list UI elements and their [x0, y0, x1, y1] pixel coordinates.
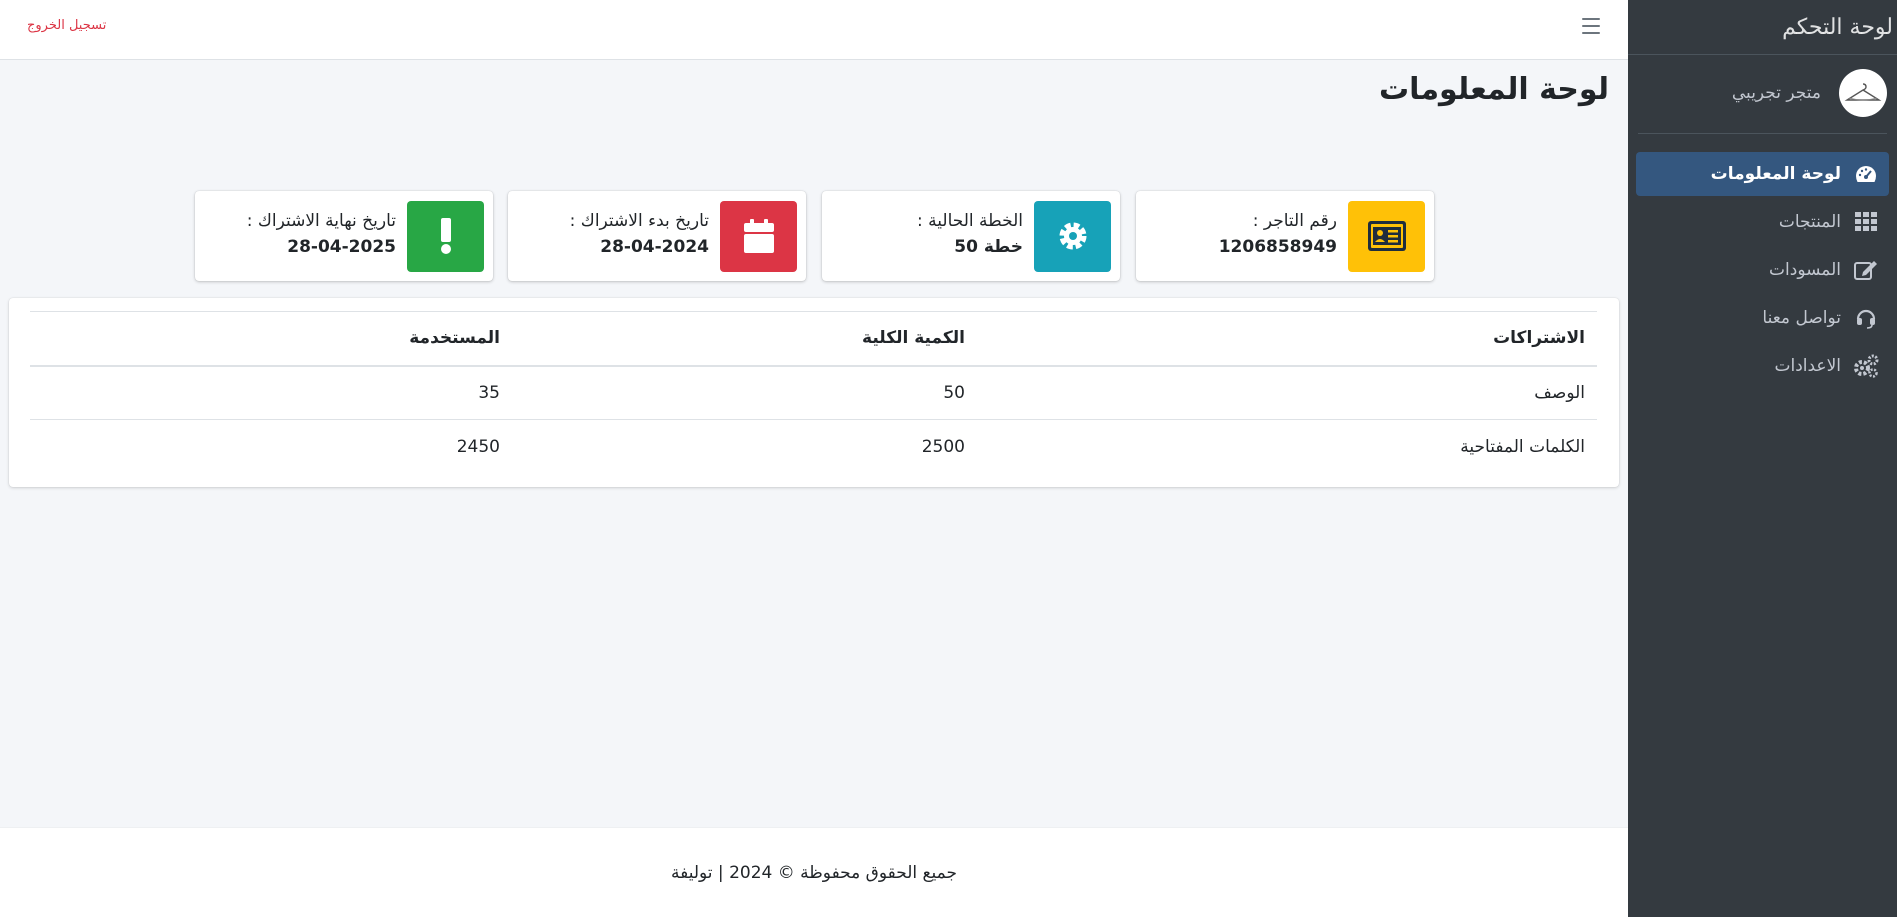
sidebar-item-dashboard[interactable]: لوحة المعلومات: [1636, 152, 1889, 196]
info-box-value: 28-04-2024: [600, 237, 709, 257]
table-cell: 50: [512, 365, 977, 420]
footer: جميع الحقوق محفوظة © 2024 | توليفة: [0, 827, 1628, 917]
calendar-icon: [720, 200, 797, 272]
table-row: الكلمات المفتاحية 2500 2450: [30, 420, 1597, 474]
footer-copyright: جميع الحقوق محفوظة © 2024 | توليفة: [670, 862, 958, 883]
info-box-label: تاريخ بدء الاشتراك :: [569, 211, 709, 231]
sidebar: لوحة التحكم متجر تجريبي لوحة المعلومات ا…: [1628, 0, 1897, 917]
info-box-value: 28-04-2025: [287, 237, 396, 257]
table-row: الوصف 50 35: [30, 365, 1597, 420]
logout-link[interactable]: تسجيل الخروج: [27, 18, 106, 33]
id-card-icon: [1348, 200, 1425, 272]
headset-icon: [1853, 305, 1879, 331]
menu-toggle-icon[interactable]: [1582, 18, 1600, 34]
table-cell: الوصف: [977, 365, 1597, 420]
store-avatar: [1839, 69, 1887, 117]
info-box-start-date: تاريخ بدء الاشتراك : 28-04-2024: [508, 191, 806, 281]
sidebar-item-products[interactable]: المنتجات: [1636, 200, 1889, 244]
tachometer-icon: [1853, 161, 1879, 187]
column-header: الكمية الكلية: [512, 311, 977, 367]
table-cell: 35: [30, 365, 512, 420]
gears-icon: [1853, 353, 1879, 379]
sidebar-item-drafts[interactable]: المسودات: [1636, 248, 1889, 292]
sidebar-item-label: المسودات: [1769, 260, 1841, 280]
info-box-end-date: تاريخ نهاية الاشتراك : 28-04-2025: [195, 191, 493, 281]
info-box-value: 1206858949: [1218, 237, 1337, 257]
subscriptions-card: الاشتراكات الكمية الكلية المستخدمة الوصف…: [9, 298, 1619, 487]
sidebar-item-label: الاعدادات: [1774, 356, 1841, 376]
sidebar-item-settings[interactable]: الاعدادات: [1636, 344, 1889, 388]
info-box-current-plan: الخطة الحالية : خطة 50: [822, 191, 1120, 281]
sidebar-item-label: المنتجات: [1778, 212, 1841, 232]
info-box-label: الخطة الحالية :: [917, 211, 1023, 231]
top-navbar: تسجيل الخروج: [0, 0, 1628, 60]
sidebar-nav: لوحة المعلومات المنتجات المسودات تواصل م…: [1628, 134, 1897, 388]
cog-icon: [1034, 200, 1111, 272]
table-cell: 2500: [921, 436, 965, 457]
table-cell: الكلمات المفتاحية: [1460, 436, 1585, 457]
table-cell: 2450: [456, 436, 500, 457]
info-box-label: رقم التاجر :: [1252, 211, 1337, 231]
page-title: لوحة المعلومات: [1379, 72, 1609, 107]
store-name[interactable]: متجر تجريبي: [1732, 83, 1821, 103]
info-box-label: تاريخ نهاية الاشتراك :: [246, 211, 396, 231]
table-header-row: الاشتراكات الكمية الكلية المستخدمة: [30, 311, 1597, 367]
sidebar-item-label: لوحة المعلومات: [1710, 164, 1841, 184]
column-header: الاشتراكات: [977, 311, 1597, 367]
sidebar-item-contact[interactable]: تواصل معنا: [1636, 296, 1889, 340]
grid-icon: [1853, 209, 1879, 235]
exclamation-icon: [407, 200, 484, 272]
info-box-merchant-number: رقم التاجر : 1206858949: [1136, 191, 1434, 281]
sidebar-item-label: تواصل معنا: [1762, 308, 1841, 328]
hanger-logo-icon: [1844, 83, 1882, 101]
subscriptions-table: الاشتراكات الكمية الكلية المستخدمة الوصف…: [30, 311, 1597, 474]
edit-icon: [1853, 257, 1879, 283]
brand-title[interactable]: لوحة التحكم: [1628, 0, 1897, 55]
user-panel: متجر تجريبي: [1638, 69, 1887, 134]
column-header: المستخدمة: [30, 311, 512, 367]
info-box-value: خطة 50: [954, 237, 1023, 257]
